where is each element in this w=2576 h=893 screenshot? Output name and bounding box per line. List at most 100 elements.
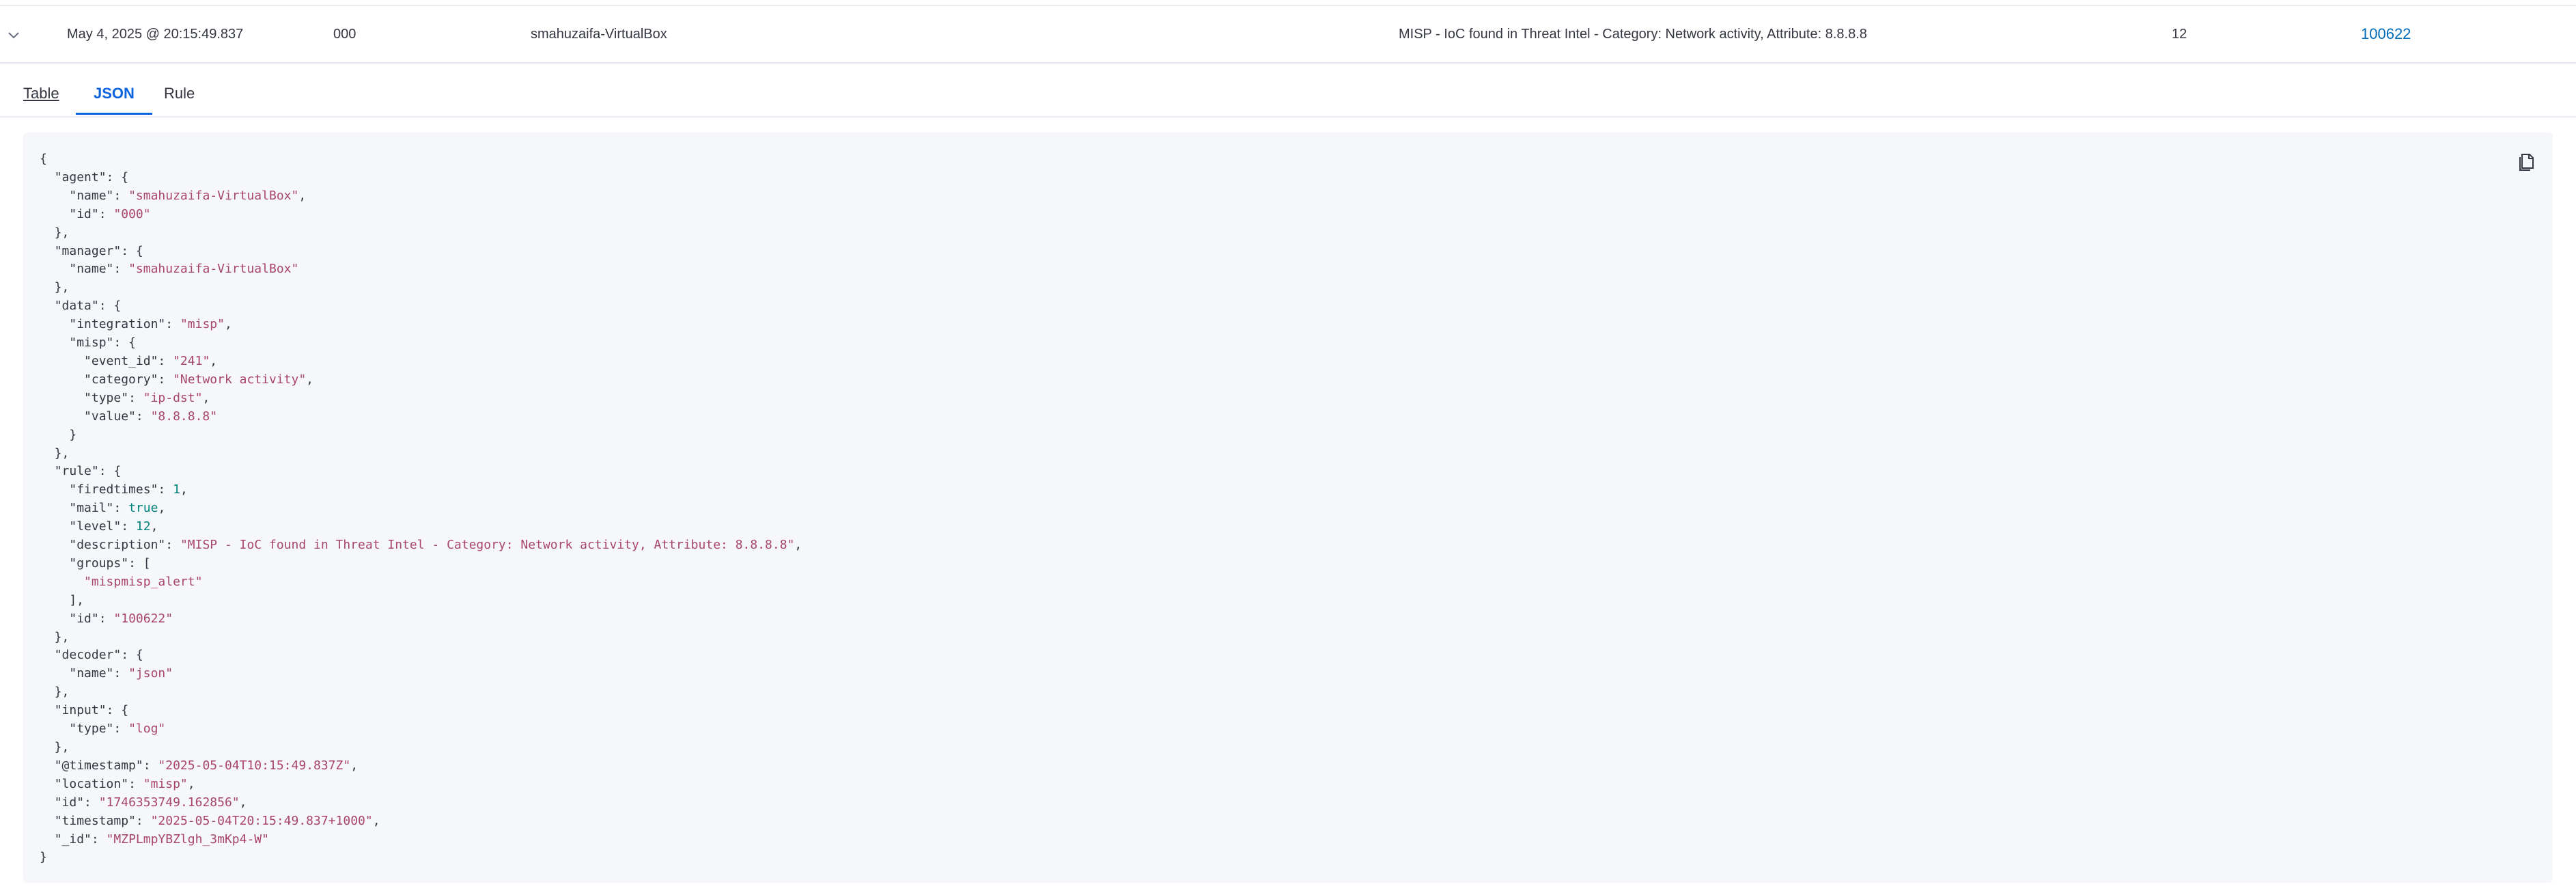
json-punct: }, xyxy=(40,685,70,700)
json-key: "firedtimes" xyxy=(69,482,158,497)
json-punct: : xyxy=(113,501,129,516)
json-line: } xyxy=(40,426,802,445)
copy-icon[interactable] xyxy=(2513,148,2540,175)
tab-table-label: Table xyxy=(23,85,59,102)
json-punct xyxy=(40,648,55,662)
json-line: "integration": "misp", xyxy=(40,316,802,334)
json-string: "mispmisp_alert" xyxy=(84,574,203,589)
json-punct: : xyxy=(113,666,129,681)
json-punct xyxy=(40,612,69,626)
json-line: }, xyxy=(40,629,802,647)
json-string: "smahuzaifa-VirtualBox" xyxy=(128,188,299,203)
json-key: "decoder" xyxy=(54,648,122,663)
timestamp-cell: May 4, 2025 @ 20:15:49.837 xyxy=(67,27,244,42)
json-punct: : xyxy=(113,262,129,277)
json-punct xyxy=(40,299,55,313)
json-punct xyxy=(40,335,69,350)
json-punct: } xyxy=(40,850,47,865)
json-key: "id" xyxy=(54,795,85,810)
json-line: "timestamp": "2025-05-04T20:15:49.837+10… xyxy=(40,812,802,831)
json-line: "rule": { xyxy=(40,463,802,481)
json-line: "groups": [ xyxy=(40,555,802,573)
json-line: "type": "ip-dst", xyxy=(40,389,802,408)
agent-name-cell: smahuzaifa-VirtualBox xyxy=(531,27,667,42)
json-line: "_id": "MZPLmpYBZlgh_3mKp4-W" xyxy=(40,831,802,849)
tab-json[interactable]: JSON xyxy=(76,66,152,115)
json-punct: }, xyxy=(40,280,70,295)
json-string: "log" xyxy=(128,722,166,737)
json-line: "firedtimes": 1, xyxy=(40,481,802,499)
alert-table-row[interactable]: May 4, 2025 @ 20:15:49.837 000 smahuzaif… xyxy=(0,6,2576,64)
json-line: "id": "1746353749.162856", xyxy=(40,794,802,812)
chevron-down-icon[interactable] xyxy=(5,27,22,43)
json-punct xyxy=(40,372,84,387)
json-punct xyxy=(40,814,55,828)
rule-level-cell: 12 xyxy=(2172,27,2187,42)
json-punct xyxy=(40,391,84,405)
json-punct: : { xyxy=(98,464,122,479)
json-line: ], xyxy=(40,592,802,610)
json-line: }, xyxy=(40,683,802,702)
json-key: "timestamp" xyxy=(54,813,136,828)
json-punct: : xyxy=(121,519,136,534)
json-key: "agent" xyxy=(54,169,107,184)
json-punct: : xyxy=(158,353,173,368)
json-punct: : xyxy=(135,813,151,828)
json-punct: } xyxy=(40,427,77,442)
tab-rule[interactable]: Rule xyxy=(164,66,195,115)
json-punct xyxy=(40,538,69,552)
json-punct: : xyxy=(128,776,143,791)
json-line: "data": { xyxy=(40,297,802,316)
json-punct: : { xyxy=(121,243,143,258)
json-punct xyxy=(40,758,55,773)
json-code-text: { "agent": { "name": "smahuzaifa-Virtual… xyxy=(40,150,802,867)
json-punct xyxy=(40,703,55,717)
json-key: "category" xyxy=(84,372,158,387)
json-line: "category": "Network activity", xyxy=(40,371,802,389)
json-number: 12 xyxy=(135,519,151,534)
json-string: "smahuzaifa-VirtualBox" xyxy=(128,262,299,277)
json-line: }, xyxy=(40,739,802,757)
json-punct: : { xyxy=(113,335,136,351)
json-key: "event_id" xyxy=(84,353,158,368)
json-key: "id" xyxy=(69,611,99,626)
json-punct: : xyxy=(143,758,158,773)
json-punct xyxy=(40,666,69,681)
json-punct xyxy=(40,519,69,534)
json-line: "decoder": { xyxy=(40,646,802,665)
json-key: "type" xyxy=(84,390,129,405)
rule-id-link[interactable]: 100622 xyxy=(2361,6,2411,62)
json-key: "groups" xyxy=(69,555,129,571)
agent-id-cell: 000 xyxy=(333,27,356,42)
json-punct: }, xyxy=(40,225,70,240)
json-line: "event_id": "241", xyxy=(40,353,802,371)
json-punct xyxy=(40,262,69,276)
json-string: "2025-05-04T10:15:49.837Z" xyxy=(158,758,351,773)
json-punct: , xyxy=(224,317,232,332)
json-punct: }, xyxy=(40,445,70,461)
json-line: }, xyxy=(40,279,802,297)
tab-table[interactable]: Table xyxy=(23,66,59,115)
json-punct: : xyxy=(98,611,114,626)
json-punct xyxy=(40,722,69,736)
json-line: "name": "json" xyxy=(40,665,802,683)
json-punct xyxy=(40,795,55,810)
json-punct: , xyxy=(202,390,210,405)
json-punct xyxy=(40,354,84,368)
json-punct: : xyxy=(113,722,129,737)
json-string: "MZPLmpYBZlgh_3mKp4-W" xyxy=(106,832,269,847)
json-line: }, xyxy=(40,224,802,243)
json-key: "mail" xyxy=(69,501,114,516)
json-punct xyxy=(40,464,55,478)
json-code-block: { "agent": { "name": "smahuzaifa-Virtual… xyxy=(23,133,2553,883)
json-key: "name" xyxy=(69,666,114,681)
json-line: "agent": { xyxy=(40,169,802,187)
json-key: "location" xyxy=(54,776,129,791)
json-punct: ], xyxy=(40,592,85,607)
json-punct: : [ xyxy=(128,555,151,571)
json-punct: : xyxy=(135,409,151,424)
json-punct xyxy=(40,170,55,184)
json-punct: : xyxy=(128,390,143,405)
json-string: "MISP - IoC found in Threat Intel - Cate… xyxy=(180,538,795,553)
json-punct: , xyxy=(298,188,307,203)
